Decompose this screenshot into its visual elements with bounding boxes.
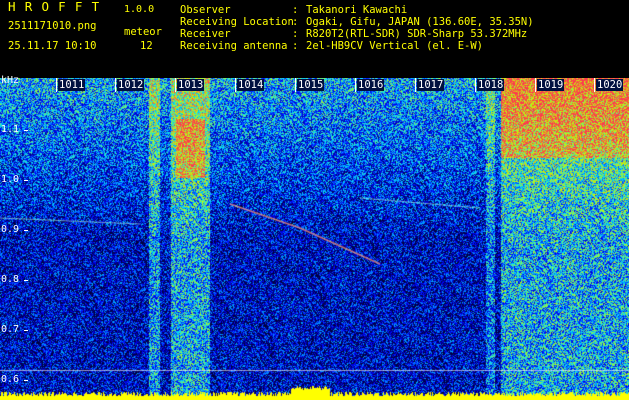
time-tick-label: 1014 (237, 79, 265, 91)
time-tick (355, 78, 356, 92)
info-key-receiver: Receiver (180, 28, 231, 40)
app-version: 1.0.0 (124, 4, 155, 15)
time-tick-label: 1012 (117, 79, 145, 91)
spectrogram-canvas (0, 78, 629, 400)
date-time: 25.11.17 10:10 (8, 40, 97, 52)
time-tick-label: 1016 (357, 79, 385, 91)
freq-tick (24, 180, 28, 181)
info-sep: : (292, 4, 299, 16)
frequency-unit-label: kHz (1, 75, 20, 86)
freq-tick-label: 0.6 (1, 374, 20, 385)
freq-tick-label: 0.9 (1, 224, 20, 235)
meteor-count: 12 (140, 40, 153, 52)
info-value-location: Ogaki, Gifu, JAPAN (136.60E, 35.35N) (306, 16, 534, 28)
time-tick (535, 78, 536, 92)
info-key-location: Receiving Location (180, 16, 294, 28)
info-sep: : (292, 40, 299, 52)
freq-tick (24, 130, 28, 131)
time-tick-label: 1011 (58, 79, 86, 91)
info-value-antenna: 2el-HB9CV Vertical (el. E-W) (306, 40, 484, 52)
app-title: HROFFT (8, 0, 109, 14)
time-tick-label: 1018 (477, 79, 505, 91)
info-value-observer: Takanori Kawachi (306, 4, 408, 16)
info-value-receiver: R820T2(RTL-SDR) SDR-Sharp 53.372MHz (306, 28, 528, 40)
time-tick-label: 1013 (177, 79, 205, 91)
time-tick (295, 78, 296, 92)
freq-tick (24, 230, 28, 231)
freq-tick (24, 330, 28, 331)
time-tick-label: 1015 (297, 79, 325, 91)
freq-tick-label: 1.1 (1, 124, 20, 135)
info-key-antenna: Receiving antenna (180, 40, 288, 52)
time-tick-label: 1020 (596, 79, 624, 91)
time-tick (415, 78, 416, 92)
freq-tick (24, 380, 28, 381)
time-tick (175, 78, 176, 92)
time-tick (56, 78, 57, 92)
spectrogram-panel (0, 78, 629, 400)
meteor-label: meteor (124, 26, 162, 38)
freq-tick-label: 1.0 (1, 174, 20, 185)
freq-tick-label: 0.7 (1, 324, 20, 335)
info-key-observer: Observer (180, 4, 231, 16)
time-tick (475, 78, 476, 92)
time-tick (235, 78, 236, 92)
hrofft-window: HROFFT 1.0.0 2511171010.png meteor 25.11… (0, 0, 629, 400)
time-tick-label: 1017 (417, 79, 445, 91)
time-tick-label: 1019 (537, 79, 565, 91)
info-sep: : (292, 16, 299, 28)
freq-tick-label: 0.8 (1, 274, 20, 285)
file-name: 2511171010.png (8, 20, 97, 32)
time-tick (594, 78, 595, 92)
freq-tick (24, 280, 28, 281)
time-tick (115, 78, 116, 92)
info-sep: : (292, 28, 299, 40)
